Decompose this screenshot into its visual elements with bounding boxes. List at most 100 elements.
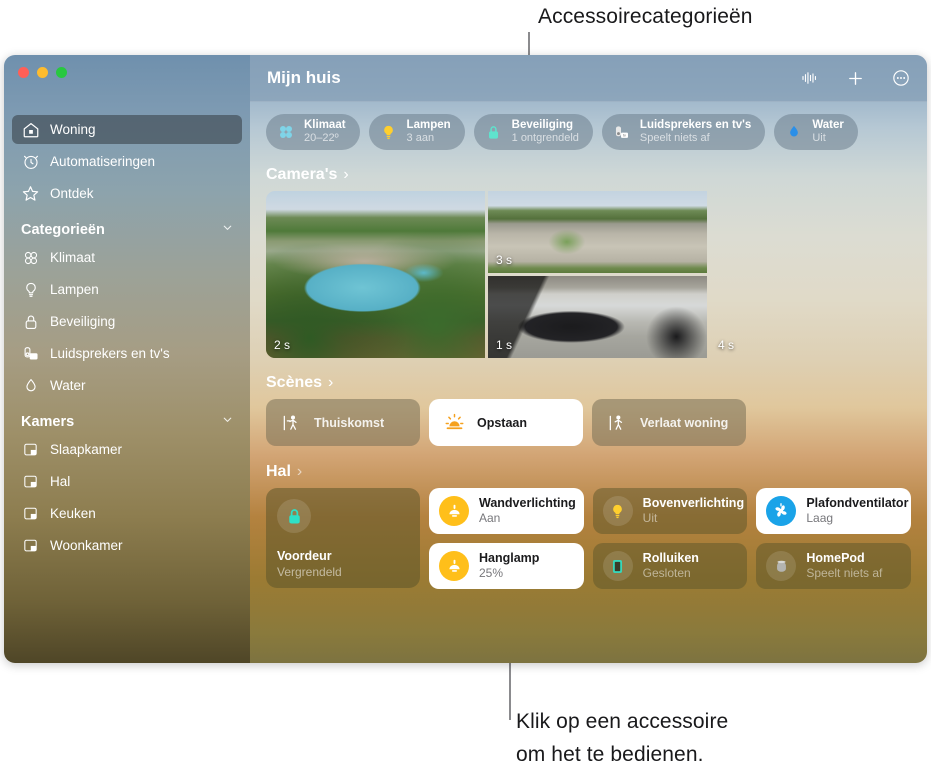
- camera-timestamp: 4 s: [718, 338, 735, 352]
- scene-button-verlaat-woning[interactable]: Verlaat woning: [592, 399, 746, 446]
- main-panel: Mijn huis Klimaat 20–22º Lampen 3 aan Be…: [250, 55, 927, 663]
- close-button[interactable]: [18, 67, 29, 78]
- accessory-tile-wandverlichting[interactable]: Wandverlichting Aan: [429, 488, 584, 534]
- accessory-tile-plafondventilator[interactable]: Plafondventilator Laag: [756, 488, 912, 534]
- annotation-click-accessory-line1: Klik op een accessoire: [516, 710, 729, 733]
- lock-icon: [277, 499, 311, 533]
- accessory-name: Voordeur: [277, 549, 332, 563]
- camera-tile-garage[interactable]: 1 s: [488, 276, 707, 358]
- category-pill-state: 3 aan: [406, 132, 435, 145]
- category-pill-klimaat[interactable]: Klimaat 20–22º: [266, 114, 360, 150]
- screenshot-root: Accessoirecategorieën Klik op een access…: [0, 0, 931, 779]
- walk-out-icon: [606, 412, 628, 434]
- sidebar-section-categories[interactable]: Categorieën: [21, 221, 234, 238]
- hal-tiles-row-2: Hanglamp 25% Rolluiken Gesloten HomePod …: [429, 543, 912, 589]
- accessory-state: Gesloten: [642, 566, 691, 581]
- accessory-state: Uit: [642, 511, 658, 526]
- accessory-tile-bovenverlichting[interactable]: Bovenverlichting Uit: [592, 488, 748, 534]
- add-icon[interactable]: [844, 67, 866, 89]
- lock-icon: [484, 122, 504, 142]
- category-pill-state: Speelt niets af: [639, 132, 710, 145]
- content-area: Klimaat 20–22º Lampen 3 aan Beveiliging …: [250, 102, 927, 663]
- camera-tile-living-room[interactable]: 4 s: [710, 191, 911, 358]
- siri-waveform-icon[interactable]: [798, 67, 820, 89]
- scene-button-thuiskomst[interactable]: Thuiskomst: [266, 399, 420, 446]
- automation-clock-icon: [21, 152, 40, 171]
- zoom-button[interactable]: [56, 67, 67, 78]
- sidebar-item-label: Slaapkamer: [50, 442, 123, 457]
- sidebar-item-label: Ontdek: [50, 186, 94, 201]
- sidebar-item-beveiliging[interactable]: Beveiliging: [12, 307, 242, 336]
- fan-icon: [276, 122, 296, 142]
- wall-light-icon: [439, 551, 469, 581]
- sidebar-item-ontdek[interactable]: Ontdek: [12, 179, 242, 208]
- sunrise-icon: [443, 412, 465, 434]
- hal-section-header[interactable]: Hal ›: [266, 463, 911, 481]
- accessory-name: Plafondventilator: [806, 496, 909, 511]
- window-controls[interactable]: [18, 67, 67, 78]
- lightbulb-icon: [21, 280, 40, 299]
- sidebar-item-woning[interactable]: Woning: [12, 115, 242, 144]
- category-pill-beveiliging[interactable]: Beveiliging 1 ontgrendeld: [473, 114, 593, 150]
- sidebar-section-rooms[interactable]: Kamers: [21, 413, 234, 430]
- category-pill-state: 1 ontgrendeld: [511, 132, 579, 145]
- scene-label: Verlaat woning: [640, 415, 729, 430]
- sidebar-item-label: Klimaat: [50, 250, 96, 265]
- accessory-name: Rolluiken: [642, 551, 699, 566]
- chevron-down-icon[interactable]: [221, 413, 234, 430]
- page-title: Mijn huis: [267, 68, 341, 87]
- lightbulb-icon: [602, 496, 633, 526]
- speaker-tv-icon: tv: [612, 122, 632, 142]
- sidebar-item-label: Automatiseringen: [50, 154, 156, 169]
- sidebar-item-label: Water: [50, 378, 86, 393]
- category-pill-state: Uit: [812, 132, 826, 145]
- accessory-tile-homepod[interactable]: HomePod Speelt niets af: [756, 543, 912, 589]
- camera-tile-pool[interactable]: 2 s: [266, 191, 485, 358]
- room-icon: [21, 536, 40, 555]
- sidebar-item-hal[interactable]: Hal: [12, 467, 242, 496]
- scenes-section-header[interactable]: Scènes ›: [266, 374, 911, 392]
- chevron-right-icon: ›: [296, 463, 303, 480]
- chevron-down-icon[interactable]: [221, 221, 234, 238]
- water-drop-icon: [21, 376, 40, 395]
- sidebar-item-label: Hal: [50, 474, 71, 489]
- sidebar-section-label: Kamers: [21, 413, 75, 430]
- wall-light-icon: [439, 496, 469, 526]
- cameras-section-header[interactable]: Camera's ›: [266, 166, 911, 184]
- category-pill-lampen[interactable]: Lampen 3 aan: [368, 114, 465, 150]
- accessory-name: Hanglamp: [479, 551, 540, 566]
- sidebar-item-klimaat[interactable]: Klimaat: [12, 243, 242, 272]
- camera-preview-image: [710, 191, 911, 358]
- category-pill-water[interactable]: Water Uit: [774, 114, 858, 150]
- sidebar-item-lampen[interactable]: Lampen: [12, 275, 242, 304]
- camera-tile-driveway[interactable]: 3 s: [488, 191, 707, 273]
- sidebar: Woning Automatiseringen Ontdek Categorie…: [4, 55, 250, 663]
- annotation-accessory-categories: Accessoirecategorieën: [538, 5, 753, 28]
- fan-icon: [21, 248, 40, 267]
- sidebar-section-label: Categorieën: [21, 221, 105, 238]
- sidebar-item-keuken[interactable]: Keuken: [12, 499, 242, 528]
- accessory-tile-voordeur[interactable]: Voordeur Vergrendeld: [266, 488, 420, 588]
- camera-preview-image: [488, 191, 707, 273]
- sidebar-item-label: Beveiliging: [50, 314, 116, 329]
- accessory-state: Vergrendeld: [277, 565, 342, 579]
- sidebar-item-label: Woonkamer: [50, 538, 123, 553]
- ceiling-fan-icon: [766, 496, 797, 526]
- sidebar-item-slaapkamer[interactable]: Slaapkamer: [12, 435, 242, 464]
- blinds-icon: [602, 551, 633, 581]
- camera-timestamp: 3 s: [496, 253, 513, 267]
- accessory-name: Wandverlichting: [479, 496, 576, 511]
- room-icon: [21, 440, 40, 459]
- more-options-icon[interactable]: [890, 67, 912, 89]
- accessory-tile-rolluiken[interactable]: Rolluiken Gesloten: [592, 543, 748, 589]
- accessory-tile-hanglamp[interactable]: Hanglamp 25%: [429, 543, 584, 589]
- camera-timestamp: 1 s: [496, 338, 513, 352]
- sidebar-item-woonkamer[interactable]: Woonkamer: [12, 531, 242, 560]
- sidebar-item-luidsprekers-en-tvs[interactable]: Luidsprekers en tv's: [12, 339, 242, 368]
- camera-column-middle: 3 s 1 s: [488, 191, 707, 358]
- sidebar-item-automatiseringen[interactable]: Automatiseringen: [12, 147, 242, 176]
- sidebar-item-water[interactable]: Water: [12, 371, 242, 400]
- category-pill-luidsprekers-en-tvs[interactable]: tv Luidsprekers en tv's Speelt niets af: [601, 114, 766, 150]
- scene-button-opstaan[interactable]: Opstaan: [429, 399, 583, 446]
- minimize-button[interactable]: [37, 67, 48, 78]
